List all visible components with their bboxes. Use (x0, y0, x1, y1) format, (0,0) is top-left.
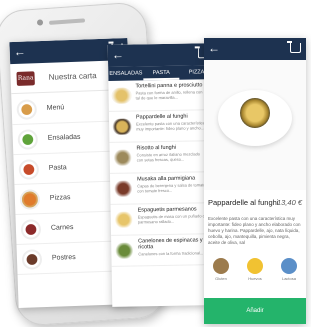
dish-name: Risotto al funghi (136, 144, 177, 152)
cart-icon[interactable] (287, 41, 301, 53)
tab-ensaladas[interactable]: ENSALADAS (108, 66, 144, 81)
dish-name: Musaka alla parmigiana (137, 175, 196, 183)
dish-desc: Canelones con la forma tradicional... (138, 250, 204, 257)
dish-item[interactable]: Pappardelle al funghi Excelente pasta con… (108, 110, 216, 143)
salad-plate-icon (17, 128, 39, 150)
back-arrow-icon[interactable]: ← (208, 41, 220, 55)
page-title: Nuestra carta (48, 71, 97, 82)
add-to-cart-button[interactable]: Añadir (204, 298, 306, 324)
dish-item[interactable]: Tortellini panna e prosciutto Pasta con f… (108, 79, 215, 112)
dish-description: Excelente pasta con una característica m… (208, 216, 301, 245)
dish-title: Pappardelle al funghi (208, 198, 279, 207)
pasta-plate-icon (18, 158, 40, 180)
category-label: Ensaladas (47, 133, 81, 142)
category-label: Menú (46, 104, 65, 112)
top-bar: ← (204, 38, 306, 60)
speaker-grille (48, 18, 86, 25)
back-arrow-icon[interactable]: ← (13, 45, 25, 59)
dish-desc: Pasta con forma de anillo, rellena con t… (135, 89, 203, 101)
milk-icon (281, 258, 297, 274)
dish-item[interactable]: Risotto al funghi Consiste en arroz itali… (109, 141, 216, 174)
allergen-label: Gluten (215, 276, 227, 281)
allergen-label: Huevos (248, 276, 262, 281)
pasta-image (240, 98, 270, 128)
dish-desc: Excelente pasta con una característica m… (136, 120, 205, 132)
allergen-huevos: Huevos (247, 258, 263, 281)
dish-image (114, 242, 135, 259)
category-label: Pasta (48, 164, 67, 172)
category-label: Postres (51, 253, 76, 262)
app-showcase: ← Rana Nuestra carta Menú Ensaladas Past… (0, 0, 311, 327)
dish-item[interactable]: Musaka alla parmigiana Capas de berenjena… (109, 172, 217, 205)
back-arrow-icon[interactable]: ← (112, 48, 124, 62)
dish-desc: Consiste en arroz italiano mezclado con … (136, 151, 201, 163)
dish-detail-screen: ← Pappardelle al funghi 13,40 € Excelent… (204, 38, 306, 324)
dish-image (112, 118, 133, 135)
dish-list: Tortellini panna e prosciutto Pasta con f… (108, 79, 218, 267)
dish-hero-image (204, 60, 306, 190)
egg-icon (247, 258, 263, 274)
dish-image (113, 211, 134, 228)
dish-name: Canelones de espinacas y ricotta (138, 237, 203, 251)
menu-plate-icon (16, 98, 38, 120)
dish-price: 13,40 € (276, 198, 302, 207)
allergen-gluten: Gluten (213, 258, 229, 281)
dish-image (111, 87, 132, 104)
dish-desc: Espaguetis de masa con un puñado de parm… (137, 213, 208, 225)
top-bar: ← (107, 43, 215, 67)
restaurant-logo: Rana (16, 70, 35, 86)
dish-name: Espaguetis parmesanos (137, 206, 197, 214)
meat-plate-icon (20, 218, 42, 240)
category-label: Pizzas (49, 194, 71, 202)
wheat-icon (213, 258, 229, 274)
pizza-plate-icon (19, 188, 41, 210)
dessert-plate-icon (21, 248, 43, 270)
dish-name: Pappardelle al funghi (135, 113, 188, 121)
camera-icon (36, 19, 44, 26)
dish-desc: Capas de berenjena y salsa de tomate con… (137, 182, 206, 194)
allergen-icons: Gluten Huevos Lactosa (204, 258, 306, 281)
dish-item[interactable]: Canelones de espinacas y ricotta Canelone… (111, 234, 218, 267)
bowl-image (218, 90, 292, 146)
dish-name: Tortellini panna e prosciutto (135, 82, 203, 90)
tab-pasta[interactable]: PASTA (143, 65, 179, 81)
dish-item[interactable]: Espaguetis parmesanos Espaguetis de masa … (110, 203, 218, 236)
category-label: Carnes (50, 224, 74, 232)
dish-image (112, 149, 133, 166)
dish-image (113, 180, 134, 197)
allergen-label: Lactosa (281, 276, 296, 281)
pasta-list-screen: ← ENSALADAS PASTA PIZZA Tortellini panna… (107, 43, 219, 307)
allergen-lactosa: Lactosa (281, 258, 297, 281)
